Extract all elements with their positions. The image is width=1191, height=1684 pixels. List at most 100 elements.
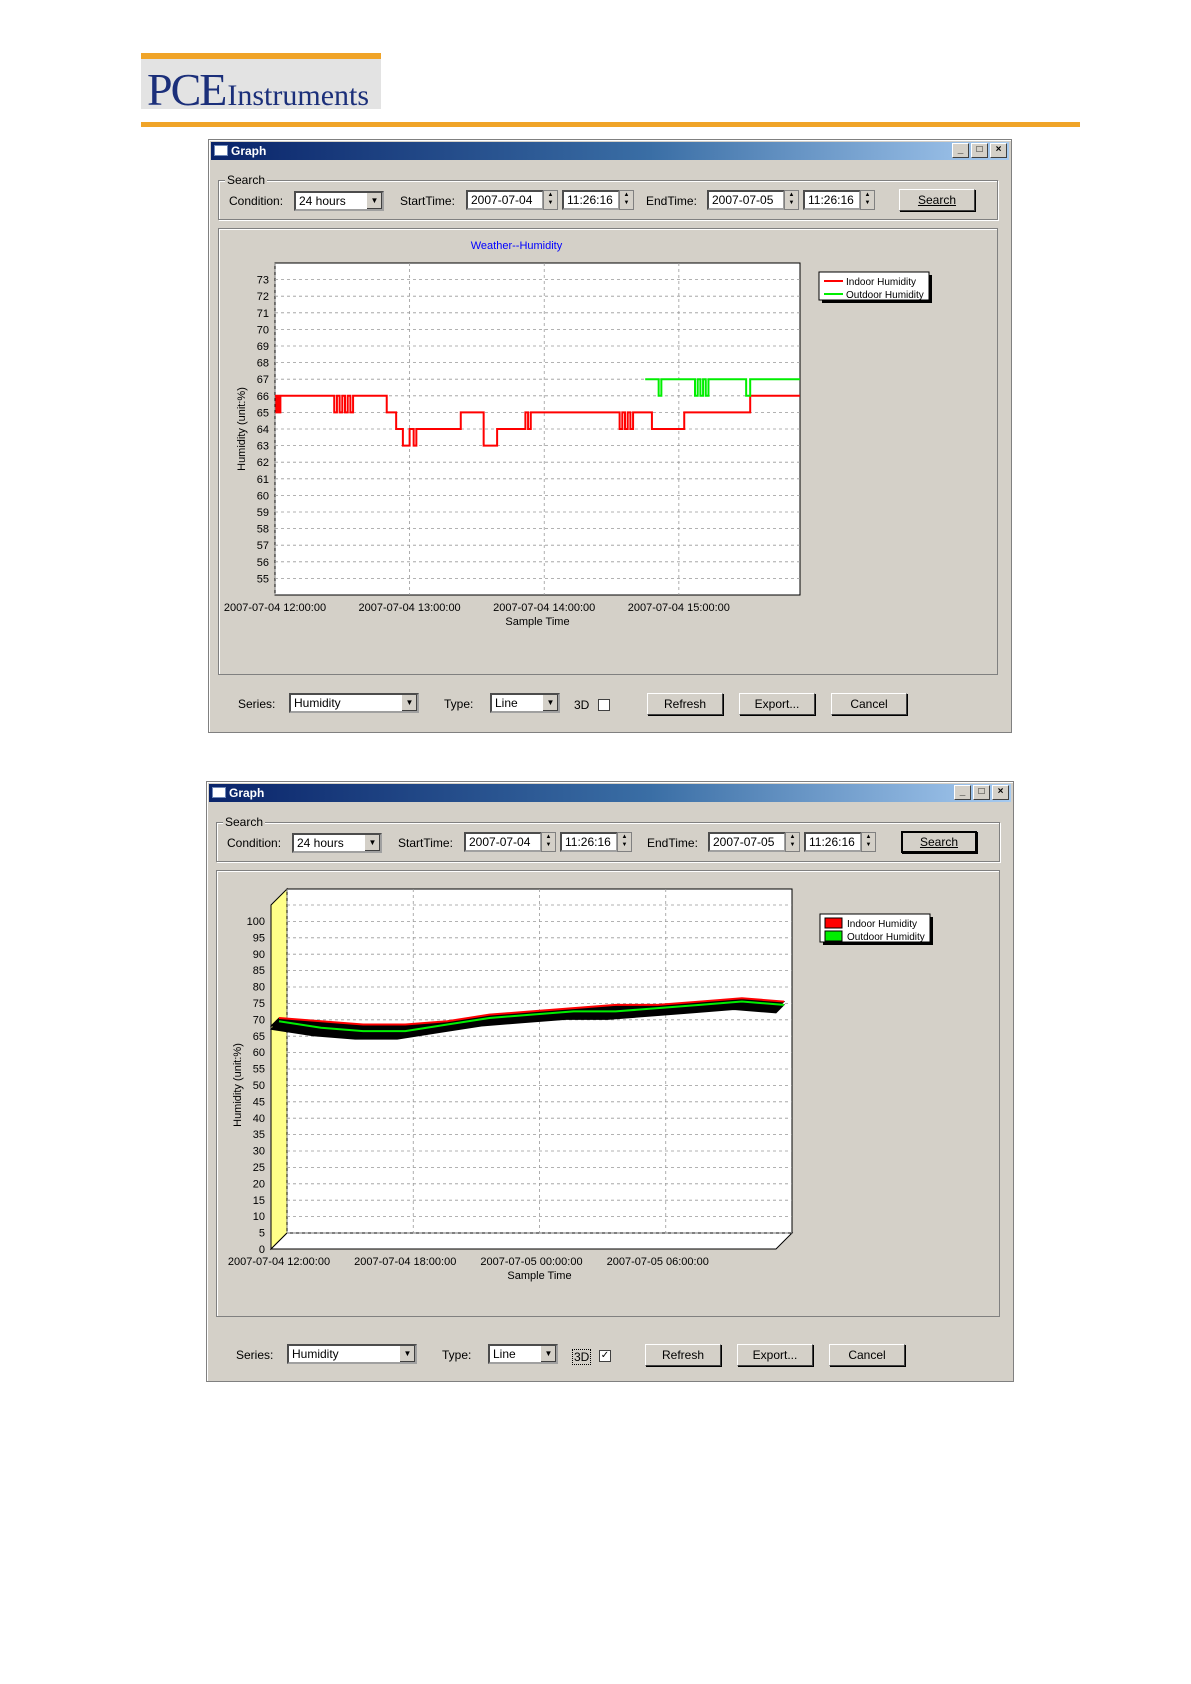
x-axis-label: Sample Time	[507, 1270, 571, 1282]
window-title: Graph	[231, 144, 267, 158]
end-time-spinner[interactable]: ▲ ▼	[861, 832, 876, 852]
chevron-down-icon[interactable]: ▼	[366, 193, 382, 209]
y-tick-label: 70	[257, 324, 269, 336]
search-button[interactable]: Search	[901, 831, 977, 853]
x-tick-label: 2007-07-04 15:00:00	[628, 602, 730, 614]
threed-checkbox[interactable]: ✓	[599, 1350, 611, 1362]
start-date-field[interactable]: 2007-07-04	[464, 832, 542, 852]
cancel-button[interactable]: Cancel	[831, 693, 907, 715]
legend-label: Outdoor Humidity	[847, 932, 925, 943]
y-tick-label: 62	[257, 457, 269, 469]
x-tick-label: 2007-07-04 12:00:00	[224, 602, 326, 614]
end-date-value: 2007-07-05	[712, 193, 774, 207]
humidity-chart-2d: Weather--Humidity 55 56 57 58 59 60 61 62 63 64 65 6…	[224, 240, 932, 628]
close-icon[interactable]: ×	[990, 143, 1007, 158]
end-date-value: 2007-07-05	[713, 835, 775, 849]
legend-label: Outdoor Humidity	[846, 290, 924, 301]
y-tick-label: 59	[257, 507, 269, 519]
x-tick-label: 2007-07-05 00:00:00	[480, 1256, 582, 1268]
end-time-field[interactable]: 11:26:16	[803, 190, 861, 210]
refresh-button[interactable]: Refresh	[647, 693, 723, 715]
y-tick-label: 58	[257, 524, 269, 536]
type-value: Line	[493, 1347, 516, 1361]
start-date-spinner[interactable]: ▲ ▼	[541, 832, 556, 852]
chevron-down-icon[interactable]: ▼	[364, 835, 380, 851]
refresh-button[interactable]: Refresh	[645, 1344, 721, 1366]
cancel-button[interactable]: Cancel	[829, 1344, 905, 1366]
chevron-down-icon[interactable]: ▼	[399, 1346, 415, 1362]
series-select[interactable]: Humidity ▼	[287, 1344, 417, 1364]
close-icon[interactable]: ×	[992, 785, 1009, 800]
search-button[interactable]: Search	[899, 189, 975, 211]
condition-value: 24 hours	[299, 194, 346, 208]
chart-side-wall	[270, 887, 288, 1251]
minimize-icon[interactable]: _	[954, 785, 971, 800]
logo-instruments: Instruments	[227, 79, 370, 112]
end-time-value: 11:26:16	[808, 193, 854, 207]
end-date-field[interactable]: 2007-07-05	[707, 190, 785, 210]
start-date-value: 2007-07-04	[471, 193, 533, 207]
y-tick-label: 75	[253, 998, 265, 1010]
start-time-field[interactable]: 11:26:16	[562, 190, 620, 210]
start-date-field[interactable]: 2007-07-04	[466, 190, 544, 210]
start-time-label: StartTime:	[398, 836, 453, 850]
chevron-down-icon[interactable]: ▼	[542, 695, 558, 711]
chart-panel: Weather--Humidity 55 56 57 58 59 60 61 62 63 64 65 6…	[218, 228, 998, 675]
plot-area	[286, 888, 793, 1234]
series-label: Series:	[238, 697, 276, 711]
y-tick-label: 55	[253, 1064, 265, 1076]
minimize-icon[interactable]: _	[952, 143, 969, 158]
y-tick-label: 25	[253, 1162, 265, 1174]
header-rule	[141, 122, 1080, 127]
threed-checkbox[interactable]	[598, 699, 610, 711]
condition-select[interactable]: 24 hours ▼	[294, 191, 384, 211]
maximize-icon[interactable]: □	[971, 143, 988, 158]
start-time-value: 11:26:16	[567, 193, 613, 207]
chevron-down-icon[interactable]: ▼	[540, 1346, 556, 1362]
y-tick-label: 71	[257, 308, 269, 320]
start-time-spinner[interactable]: ▲ ▼	[617, 832, 632, 852]
y-tick-label: 55	[257, 573, 269, 585]
pce-logo: PCEInstruments	[141, 53, 381, 115]
y-tick-label: 70	[253, 1014, 265, 1026]
y-tick-label: 40	[253, 1113, 265, 1125]
export-button[interactable]: Export...	[739, 693, 815, 715]
search-group: Search Condition: 24 hours ▼ StartTime: 2…	[216, 815, 1000, 862]
end-date-field[interactable]: 2007-07-05	[708, 832, 786, 852]
y-tick-label: 45	[253, 1096, 265, 1108]
y-tick-label: 73	[257, 275, 269, 287]
end-time-value: 11:26:16	[809, 835, 855, 849]
type-label: Type:	[442, 1348, 472, 1362]
series-select[interactable]: Humidity ▼	[289, 693, 419, 713]
end-date-spinner[interactable]: ▲ ▼	[785, 832, 800, 852]
y-tick-label: 10	[253, 1211, 265, 1223]
maximize-icon[interactable]: □	[973, 785, 990, 800]
y-tick-label: 67	[257, 374, 269, 386]
condition-value: 24 hours	[297, 836, 344, 850]
type-select[interactable]: Line ▼	[490, 693, 560, 713]
start-date-spinner[interactable]: ▲ ▼	[543, 190, 558, 210]
title-bar: Graph _ □ ×	[209, 784, 1011, 802]
end-date-spinner[interactable]: ▲ ▼	[784, 190, 799, 210]
y-tick-label: 80	[253, 982, 265, 994]
y-tick-label: 30	[253, 1146, 265, 1158]
y-tick-label: 69	[257, 341, 269, 353]
end-time-field[interactable]: 11:26:16	[804, 832, 862, 852]
threed-label: 3D	[572, 1349, 592, 1365]
start-time-field[interactable]: 11:26:16	[560, 832, 618, 852]
y-tick-label: 61	[257, 474, 269, 486]
chart-floor	[269, 1232, 794, 1250]
chevron-down-icon[interactable]: ▼	[401, 695, 417, 711]
export-button[interactable]: Export...	[737, 1344, 813, 1366]
x-axis-label: Sample Time	[505, 616, 569, 628]
series-label: Series:	[236, 1348, 274, 1362]
end-time-spinner[interactable]: ▲ ▼	[860, 190, 875, 210]
y-tick-label: 50	[253, 1080, 265, 1092]
condition-select[interactable]: 24 hours ▼	[292, 833, 382, 853]
y-tick-label: 72	[257, 291, 269, 303]
type-select[interactable]: Line ▼	[488, 1344, 558, 1364]
end-time-label: EndTime:	[647, 836, 698, 850]
chart-panel: Weather--Humidity05101520253035404550556…	[216, 870, 1000, 1317]
start-time-spinner[interactable]: ▲ ▼	[619, 190, 634, 210]
type-label: Type:	[444, 697, 474, 711]
